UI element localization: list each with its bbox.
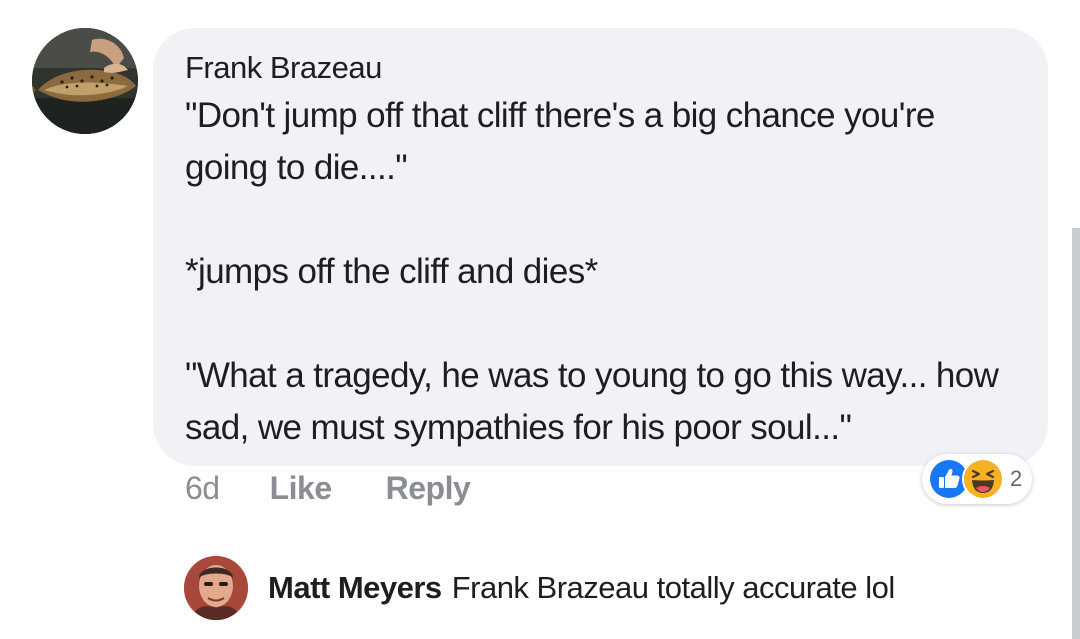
reply-text-line: Matt Meyers Frank Brazeau totally accurat… [268,570,895,606]
haha-reaction-icon [962,458,1004,500]
scrollbar[interactable] [1072,228,1080,639]
like-button[interactable]: Like [270,470,333,507]
fish-photo [32,28,138,134]
reaction-count: 2 [1010,466,1023,491]
comment-author[interactable]: Frank Brazeau [185,48,1016,90]
reply-author[interactable]: Matt Meyers [268,570,442,605]
reply-body: Frank Brazeau totally accurate lol [451,570,896,605]
reply-author-avatar[interactable] [184,556,248,620]
comment-text: "Don't jump off that cliff there's a big… [185,96,999,447]
comment-bubble: Frank Brazeau "Don't jump off that cliff… [153,28,1048,466]
comment-thread: Frank Brazeau "Don't jump off that cliff… [0,0,1080,639]
reaction-summary[interactable]: 2 [922,454,1033,504]
person-photo [184,556,248,620]
reply-button[interactable]: Reply [386,470,471,507]
commenter-avatar[interactable] [32,28,138,134]
comment-actions: 6d Like Reply [185,470,471,507]
reply-preview[interactable]: Matt Meyers Frank Brazeau totally accurat… [184,556,895,620]
comment-timestamp[interactable]: 6d [185,470,220,507]
